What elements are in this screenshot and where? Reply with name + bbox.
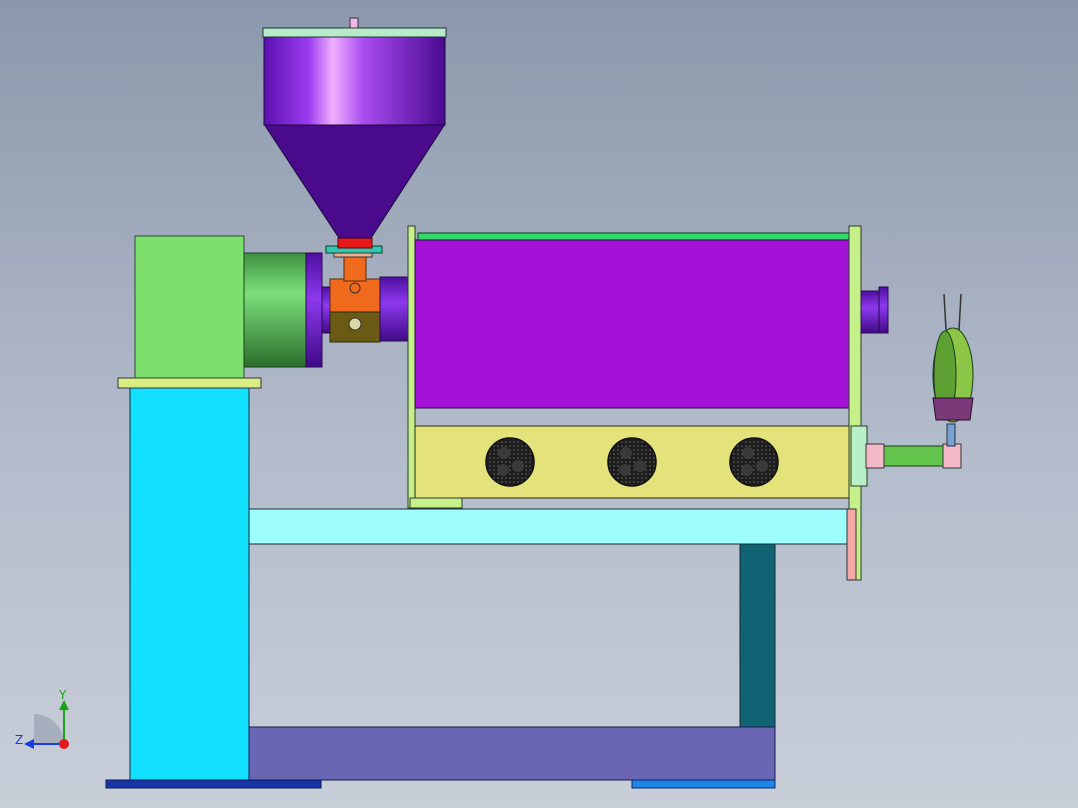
barrel-cover[interactable] [414, 239, 852, 409]
die-head-tip[interactable] [878, 286, 889, 334]
gearbox-housing[interactable] [134, 235, 245, 379]
stand-column[interactable] [129, 385, 250, 781]
z-axis-label: Z [15, 733, 23, 747]
die-head-body[interactable] [860, 290, 880, 334]
barrel-left-plate[interactable] [407, 225, 416, 509]
die-flange[interactable] [846, 508, 857, 581]
cooling-fan-2[interactable] [607, 437, 657, 487]
hopper-body[interactable] [263, 36, 446, 126]
throat-neck[interactable] [343, 256, 367, 282]
foot-right[interactable] [631, 779, 776, 789]
base-beam[interactable] [248, 726, 776, 781]
throat-seal[interactable] [337, 237, 373, 249]
triad-arc [34, 714, 64, 744]
cooling-fan-1[interactable] [485, 437, 535, 487]
axis-triad: Y Z [15, 688, 69, 749]
heater-bottom-plate[interactable] [409, 497, 463, 509]
heater-clamp[interactable] [850, 425, 868, 487]
throat-bolt-hole [348, 317, 362, 331]
bracket-collar-left[interactable] [865, 443, 885, 469]
hopper-cone[interactable] [263, 123, 446, 239]
cooling-fan-3[interactable] [729, 437, 779, 487]
hopper-lid-knob[interactable] [349, 17, 359, 29]
motor-flange[interactable] [305, 252, 323, 368]
bracket-collar-right[interactable] [942, 443, 962, 469]
throat-plate[interactable] [333, 252, 373, 258]
foot-left[interactable] [105, 779, 322, 789]
triad-origin [59, 739, 69, 749]
reel-shaft[interactable] [946, 423, 956, 447]
motor-coupling[interactable] [243, 252, 309, 368]
hopper-lid[interactable] [262, 27, 447, 38]
feed-throat-block[interactable] [329, 278, 381, 313]
barrel-top-rail[interactable] [417, 232, 857, 241]
throat-right-ring[interactable] [379, 276, 411, 342]
take-up-reel[interactable] [932, 293, 974, 423]
support-leg[interactable] [739, 543, 776, 728]
y-axis-label: Y [58, 688, 67, 702]
crossbeam[interactable] [248, 508, 850, 545]
cad-viewport[interactable] [0, 0, 1078, 808]
z-axis-arrow [24, 739, 34, 749]
stand-top-plate[interactable] [117, 377, 262, 389]
